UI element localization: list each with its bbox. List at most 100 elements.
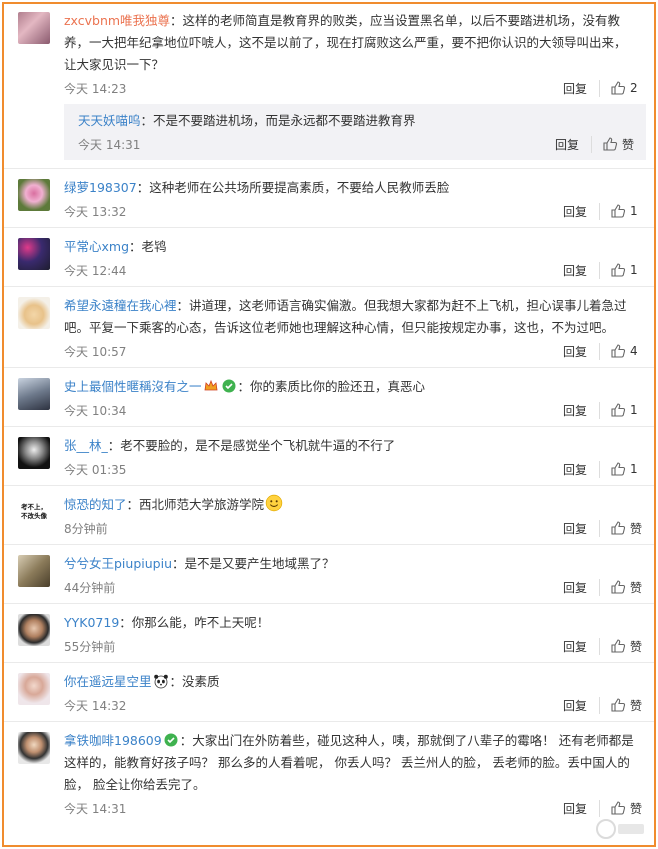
comment-time: 今天 14:23	[64, 81, 127, 96]
comment-time: 8分钟前	[64, 521, 108, 536]
thumbs-up-icon	[611, 801, 626, 815]
reply-button[interactable]: 回复	[563, 460, 600, 478]
reply-username[interactable]: 天天妖喵呜	[78, 113, 141, 128]
comment-time: 55分钟前	[64, 639, 116, 654]
like-button[interactable]: 1	[610, 203, 644, 219]
like-button[interactable]: 赞	[602, 136, 636, 153]
comment-username[interactable]: 张__林_	[64, 438, 108, 453]
reply-text: ：不是不要踏进机场，而是永远都不要踏进教育界	[140, 113, 416, 128]
reply-button[interactable]: 回复	[563, 342, 600, 360]
avatar[interactable]	[18, 12, 50, 44]
comment-text: ：你那么能，咋不上天呢！	[119, 615, 270, 630]
comment-username[interactable]: 希望永遠穜在我心裡	[64, 298, 177, 313]
avatar[interactable]	[18, 238, 50, 270]
avatar[interactable]	[18, 179, 50, 211]
reply-button[interactable]: 回复	[563, 79, 600, 97]
avatar-caption-line: 考不上，	[21, 503, 47, 511]
like-count: 2	[630, 81, 638, 95]
avatar[interactable]	[18, 378, 50, 410]
comment-username[interactable]: 绿萝198307	[64, 180, 137, 195]
like-button[interactable]: 赞	[610, 638, 644, 655]
comment-list: zxcvbnm唯我独尊：这样的老师简直是教育界的败类，应当设置黑名单，以后不要踏…	[2, 2, 656, 847]
reply-button[interactable]: 回复	[563, 799, 600, 817]
comment-item: 平常心xmg：老鸨 今天 12:44 回复 1	[4, 228, 654, 287]
like-count: 4	[630, 344, 638, 358]
like-button[interactable]: 赞	[610, 800, 644, 817]
comment-item: 你在遥远星空里 ：没素质 今天 14:32 回复 赞	[4, 663, 654, 722]
comment-item: zxcvbnm唯我独尊：这样的老师简直是教育界的败类，应当设置黑名单，以后不要踏…	[4, 4, 654, 169]
avatar[interactable]	[18, 555, 50, 587]
comment-time: 44分钟前	[64, 580, 116, 595]
comment-item: 史上最個性暱稱沒有之一 ：你的素质比你的脸还丑，真恶心 今天 10:34 回复 1	[4, 368, 654, 427]
like-button[interactable]: 赞	[610, 520, 644, 537]
comment-item: YYK0719：你那么能，咋不上天呢！ 55分钟前 回复 赞	[4, 604, 654, 663]
comment-username[interactable]: 平常心xmg	[64, 239, 129, 254]
comment-username[interactable]: 史上最個性暱稱沒有之一	[64, 379, 202, 394]
thumbs-up-icon	[603, 137, 618, 151]
thumbs-up-icon	[611, 580, 626, 594]
member-badge-icon	[222, 379, 236, 393]
avatar-caption-line: 不改头像	[21, 512, 47, 520]
crown-badge-icon	[204, 379, 217, 391]
thumbs-up-icon	[611, 344, 626, 358]
avatar[interactable]	[18, 673, 50, 705]
reply-button[interactable]: 回复	[563, 519, 600, 537]
member-badge-icon	[164, 733, 178, 747]
comment-username[interactable]: YYK0719	[64, 615, 119, 630]
like-count: 1	[630, 204, 638, 218]
comment-item: 考不上， 不改头像 惊恐的知了：西北师范大学旅游学院 8分钟前 回复 赞	[4, 486, 654, 545]
comment-time: 今天 10:57	[64, 344, 127, 359]
like-button[interactable]: 4	[610, 343, 644, 359]
comment-text: ：你的素质比你的脸还丑，真恶心	[237, 379, 426, 394]
like-button[interactable]: 2	[610, 80, 644, 96]
comment-text: ：是不是又要产生地域黑了？	[172, 556, 335, 571]
avatar[interactable]: 考不上， 不改头像	[18, 496, 50, 528]
like-button[interactable]: 赞	[610, 697, 644, 714]
comment-time: 今天 13:32	[64, 204, 127, 219]
like-label: 赞	[630, 801, 643, 816]
reply-time: 今天 14:31	[78, 137, 141, 152]
avatar[interactable]	[18, 437, 50, 469]
comment-text: ：没素质	[169, 674, 220, 689]
thumbs-up-icon	[611, 462, 626, 476]
smile-emoji-icon	[265, 494, 283, 512]
thumbs-up-icon	[611, 204, 626, 218]
comment-time: 今天 01:35	[64, 462, 127, 477]
comment-time: 今天 10:34	[64, 403, 127, 418]
comment-text: ：老不要脸的，是不是感觉坐个飞机就牛逼的不行了	[107, 438, 396, 453]
like-label: 赞	[630, 639, 643, 654]
reply-button[interactable]: 回复	[563, 401, 600, 419]
comment-username[interactable]: 拿铁咖啡198609	[64, 733, 162, 748]
thumbs-up-icon	[611, 639, 626, 653]
comment-item: 张__林_：老不要脸的，是不是感觉坐个飞机就牛逼的不行了 今天 01:35 回复…	[4, 427, 654, 486]
comment-username[interactable]: 惊恐的知了	[64, 497, 127, 512]
reply-button[interactable]: 回复	[563, 261, 600, 279]
thumbs-up-icon	[611, 263, 626, 277]
like-button[interactable]: 赞	[610, 579, 644, 596]
comment-username[interactable]: zxcvbnm唯我独尊	[64, 13, 170, 28]
reply-button[interactable]: 回复	[563, 202, 600, 220]
like-button[interactable]: 1	[610, 461, 644, 477]
comment-username[interactable]: 兮兮女王piupiupiu	[64, 556, 172, 571]
comment-item: 希望永遠穜在我心裡：讲道理，这老师语言确实偏激。但我想大家都为赶不上飞机，担心误…	[4, 287, 654, 368]
nested-reply: 天天妖喵呜：不是不要踏进机场，而是永远都不要踏进教育界 今天 14:31 回复 …	[64, 104, 646, 160]
comment-item: 兮兮女王piupiupiu：是不是又要产生地域黑了？ 44分钟前 回复 赞	[4, 545, 654, 604]
reply-button[interactable]: 回复	[563, 696, 600, 714]
watermark-logo-icon	[596, 819, 644, 839]
reply-button[interactable]: 回复	[563, 637, 600, 655]
thumbs-up-icon	[611, 698, 626, 712]
comment-item: 绿萝198307：这种老师在公共场所要提高素质，不要给人民教师丢脸 今天 13:…	[4, 169, 654, 228]
reply-button[interactable]: 回复	[563, 578, 600, 596]
comment-username[interactable]: 你在遥远星空里	[64, 674, 152, 689]
like-count: 1	[630, 403, 638, 417]
thumbs-up-icon	[611, 403, 626, 417]
like-button[interactable]: 1	[610, 402, 644, 418]
avatar[interactable]	[18, 732, 50, 764]
like-label: 赞	[630, 521, 643, 536]
comment-text: ：老鸨	[129, 239, 167, 254]
like-button[interactable]: 1	[610, 262, 644, 278]
avatar[interactable]	[18, 614, 50, 646]
comment-text: ：这种老师在公共场所要提高素质，不要给人民教师丢脸	[136, 180, 450, 195]
reply-button[interactable]: 回复	[555, 135, 592, 153]
avatar[interactable]	[18, 297, 50, 329]
